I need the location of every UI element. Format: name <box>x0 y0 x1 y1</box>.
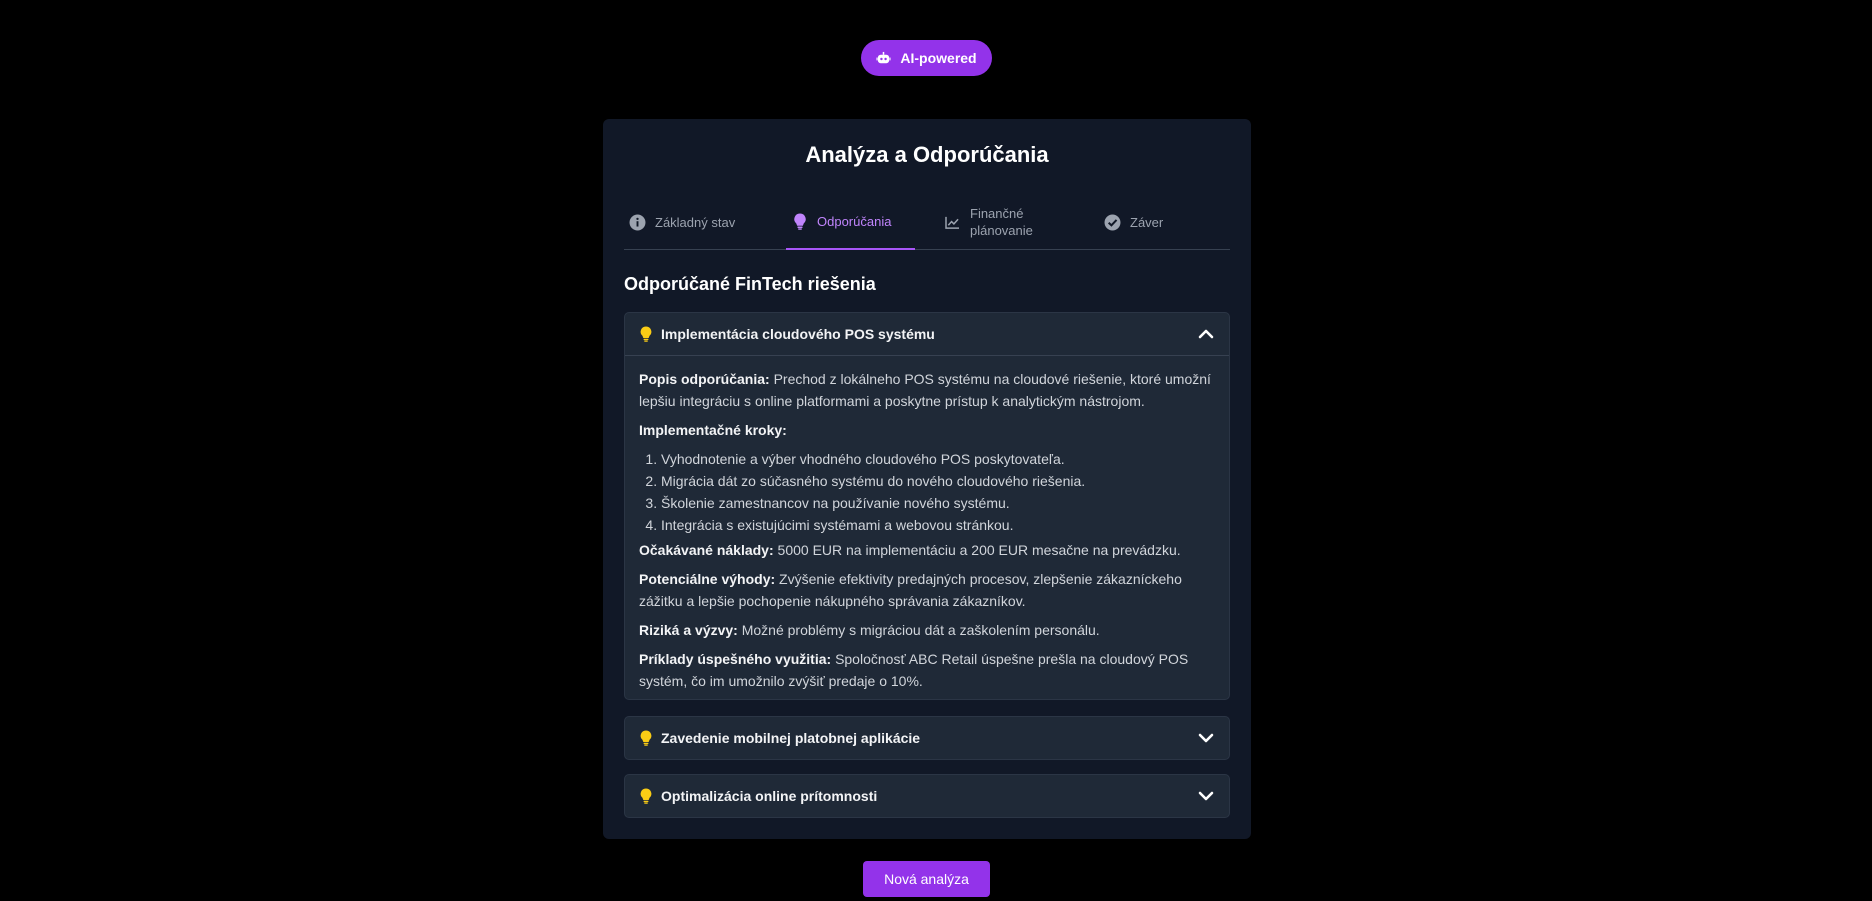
risks-label: Riziká a výzvy: <box>639 622 738 638</box>
check-circle-icon <box>1104 214 1121 231</box>
lightbulb-icon <box>640 326 652 342</box>
accordion-title: Optimalizácia online prítomnosti <box>661 788 878 804</box>
accordion-title: Implementácia cloudového POS systému <box>661 326 935 342</box>
tab-label: Finančné plánovanie <box>970 206 1033 238</box>
list-item: Vyhodnotenie a výber vhodného cloudového… <box>661 448 1215 470</box>
tab-financial-planning[interactable]: Finančné plánovanie <box>944 195 1084 249</box>
risks-paragraph: Riziká a výzvy: Možné problémy s migráci… <box>639 619 1215 641</box>
description-paragraph: Popis odporúčania: Prechod z lokálneho P… <box>639 368 1215 412</box>
accordion-header-mobile-payment[interactable]: Zavedenie mobilnej platobnej aplikácie <box>625 717 1229 759</box>
lightbulb-icon <box>791 213 808 230</box>
chart-line-icon <box>944 214 961 231</box>
steps-label: Implementačné kroky: <box>639 422 787 438</box>
examples-label: Príklady úspešného využitia: <box>639 651 832 667</box>
lightbulb-icon <box>640 730 652 746</box>
analysis-card: Analýza a Odporúčania Základný stav Odpo… <box>603 119 1251 839</box>
ai-powered-label: AI-powered <box>900 50 977 66</box>
card-title: Analýza a Odporúčania <box>805 142 1049 167</box>
steps-heading: Implementačné kroky: <box>639 419 1215 441</box>
tab-label: Základný stav <box>655 214 736 230</box>
info-circle-icon <box>629 214 646 231</box>
accordion-body: Popis odporúčania: Prechod z lokálneho P… <box>625 355 1229 692</box>
recommendation-panel-mobile-payment: Zavedenie mobilnej platobnej aplikácie <box>624 716 1230 760</box>
description-label: Popis odporúčania: <box>639 371 770 387</box>
accordion-header-online-presence[interactable]: Optimalizácia online prítomnosti <box>625 775 1229 817</box>
risks-text: Možné problémy s migráciou dát a zaškole… <box>741 622 1100 638</box>
tab-recommendations[interactable]: Odporúčania <box>786 195 915 250</box>
tab-label: Záver <box>1130 214 1164 230</box>
robot-icon <box>876 51 891 63</box>
chevron-down-icon[interactable] <box>1197 787 1215 805</box>
tab-bar: Základný stav Odporúčania Finančné pláno… <box>624 195 1230 250</box>
chevron-up-icon[interactable] <box>1197 325 1215 343</box>
chevron-down-icon[interactable] <box>1197 729 1215 747</box>
list-item: Školenie zamestnancov na používanie nové… <box>661 492 1215 514</box>
costs-text: 5000 EUR na implementáciu a 200 EUR mesa… <box>777 542 1181 558</box>
costs-label: Očakávané náklady: <box>639 542 774 558</box>
benefits-paragraph: Potenciálne výhody: Zvýšenie efektivity … <box>639 568 1215 612</box>
tab-label: Odporúčania <box>817 214 892 229</box>
costs-paragraph: Očakávané náklady: 5000 EUR na implement… <box>639 539 1215 561</box>
section-title: Odporúčané FinTech riešenia <box>624 274 876 294</box>
steps-list: Vyhodnotenie a výber vhodného cloudového… <box>639 448 1215 536</box>
list-item: Integrácia s existujúcimi systémami a we… <box>661 514 1215 536</box>
accordion-title: Zavedenie mobilnej platobnej aplikácie <box>661 730 921 746</box>
recommendation-panel-cloud-pos: Implementácia cloudového POS systému Pop… <box>624 312 1230 700</box>
examples-paragraph: Príklady úspešného využitia: Spoločnosť … <box>639 648 1215 692</box>
tab-conclusion[interactable]: Záver <box>1104 195 1214 249</box>
list-item: Migrácia dát zo súčasného systému do nov… <box>661 470 1215 492</box>
page: AI-powered Analýza a Odporúčania Základn… <box>0 0 1872 901</box>
new-analysis-button[interactable]: Nová analýza <box>863 861 990 897</box>
ai-powered-badge: AI-powered <box>861 40 992 76</box>
tab-basic-state[interactable]: Základný stav <box>629 195 759 249</box>
accordion-header-cloud-pos[interactable]: Implementácia cloudového POS systému <box>625 313 1229 355</box>
lightbulb-icon <box>640 788 652 804</box>
recommendation-panel-online-presence: Optimalizácia online prítomnosti <box>624 774 1230 818</box>
benefits-label: Potenciálne výhody: <box>639 571 776 587</box>
